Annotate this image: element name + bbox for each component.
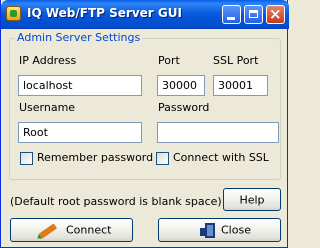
ssl-port-input[interactable]: 30001 bbox=[213, 75, 268, 96]
close-icon: × bbox=[269, 5, 282, 23]
port-input[interactable]: 30000 bbox=[157, 75, 205, 96]
remember-password-checkbox[interactable] bbox=[20, 152, 33, 165]
connect-button-label: Connect bbox=[66, 223, 112, 237]
close-window-button[interactable]: × bbox=[266, 5, 285, 24]
title-bar[interactable]: IQ Web/FTP Server GUI × bbox=[1, 0, 289, 29]
connect-ssl-checkbox[interactable] bbox=[156, 152, 169, 165]
password-input[interactable] bbox=[157, 122, 279, 143]
help-button-label: Help bbox=[239, 193, 265, 206]
username-input[interactable]: Root bbox=[18, 122, 142, 143]
maximize-button[interactable] bbox=[244, 5, 263, 24]
door-icon bbox=[200, 223, 215, 238]
group-title: Admin Server Settings bbox=[15, 31, 143, 44]
minimize-button[interactable] bbox=[222, 5, 241, 24]
ip-address-label: IP Address bbox=[19, 54, 77, 67]
minimize-icon bbox=[227, 17, 235, 20]
help-button[interactable]: Help bbox=[223, 188, 281, 211]
default-password-note: (Default root password is blank space) bbox=[10, 195, 222, 208]
connect-ssl-label[interactable]: Connect with SSL bbox=[173, 151, 269, 164]
pencil-icon bbox=[38, 223, 58, 239]
password-label: Password bbox=[158, 101, 210, 114]
username-label: Username bbox=[19, 101, 76, 114]
window-title: IQ Web/FTP Server GUI bbox=[27, 6, 182, 20]
maximize-icon bbox=[249, 10, 258, 18]
app-icon[interactable] bbox=[6, 6, 21, 21]
app-window: IQ Web/FTP Server GUI × Admin Server Set… bbox=[0, 0, 289, 248]
ssl-port-label: SSL Port bbox=[213, 54, 259, 67]
ip-address-input[interactable]: localhost bbox=[18, 75, 142, 96]
connect-button[interactable]: Connect bbox=[10, 218, 133, 242]
remember-password-label[interactable]: Remember password bbox=[37, 151, 153, 164]
port-label: Port bbox=[158, 54, 180, 67]
close-button-label: Close bbox=[221, 223, 251, 237]
close-button[interactable]: Close bbox=[158, 218, 281, 242]
